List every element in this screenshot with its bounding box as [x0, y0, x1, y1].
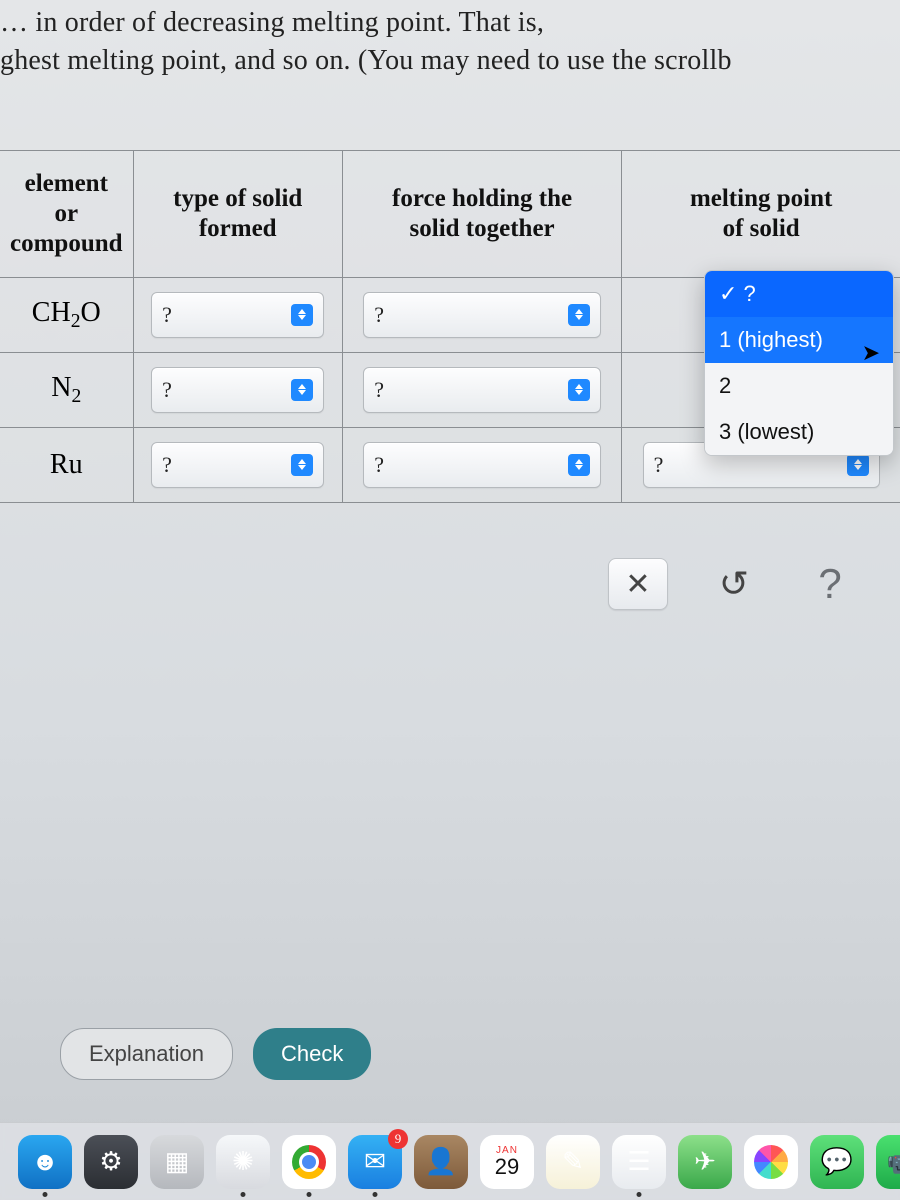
force-select[interactable]: ? [363, 442, 601, 488]
dock-app-chrome[interactable] [282, 1135, 336, 1189]
dock-app-finder[interactable]: ☻ [18, 1135, 72, 1189]
dock-app-reminders[interactable]: ☰ [612, 1135, 666, 1189]
header-element: element or compound [0, 150, 133, 277]
stepper-icon [568, 379, 590, 401]
type-select[interactable]: ? [151, 367, 324, 413]
solids-table: element or compound type of solid formed… [0, 150, 900, 503]
compound-label: N2 [0, 352, 133, 427]
check-button[interactable]: Check [253, 1028, 371, 1080]
dock: ☻ ⚙ ▦ ✺ ✉9 👤 JAN 29 ✎ ☰ ✈ 💬 📹 ♪ ▤ [0, 1122, 900, 1200]
dock-app-contacts[interactable]: 👤 [414, 1135, 468, 1189]
stepper-icon [291, 304, 313, 326]
mail-badge: 9 [388, 1129, 408, 1149]
instruction-text: … in order of decreasing melting point. … [0, 0, 900, 80]
dropdown-option[interactable]: 3 (lowest) [705, 409, 893, 455]
melting-dropdown[interactable]: ✓ ? 1 (highest) 2 3 (lowest) [704, 270, 894, 456]
compound-label: Ru [0, 427, 133, 502]
force-select[interactable]: ? [363, 292, 601, 338]
clear-button[interactable]: ✕ [608, 558, 668, 610]
undo-button[interactable]: ↺ [704, 558, 764, 610]
header-type: type of solid formed [133, 150, 342, 277]
dock-app-safari[interactable]: ✺ [216, 1135, 270, 1189]
dock-app-calendar[interactable]: JAN 29 [480, 1135, 534, 1189]
explanation-button[interactable]: Explanation [60, 1028, 233, 1080]
dock-app-messages[interactable]: 💬 [810, 1135, 864, 1189]
header-melting: melting point of solid [622, 150, 900, 277]
type-select[interactable]: ? [151, 442, 324, 488]
close-icon: ✕ [625, 567, 650, 602]
header-force: force holding the solid together [342, 150, 621, 277]
help-button[interactable]: ? [800, 558, 860, 610]
dock-app-maps[interactable]: ✈ [678, 1135, 732, 1189]
bottom-buttons: Explanation Check [60, 1028, 371, 1080]
table-row: CH2O ? ? ? ✓ ? 1 (highest) 2 3 (lowest) … [0, 277, 900, 352]
stepper-icon [568, 304, 590, 326]
dock-app-notes[interactable]: ✎ [546, 1135, 600, 1189]
dock-app-launchpad[interactable]: ▦ [150, 1135, 204, 1189]
dock-app-mail[interactable]: ✉9 [348, 1135, 402, 1189]
dock-app-settings[interactable]: ⚙ [84, 1135, 138, 1189]
dock-app-photos[interactable] [744, 1135, 798, 1189]
dropdown-option[interactable]: ✓ ? [705, 271, 893, 317]
help-icon: ? [818, 560, 841, 608]
dropdown-option[interactable]: 2 [705, 363, 893, 409]
compound-label: CH2O [0, 277, 133, 352]
stepper-icon [568, 454, 590, 476]
stepper-icon [847, 454, 869, 476]
undo-icon: ↺ [719, 563, 749, 605]
dropdown-option[interactable]: 1 (highest) [705, 317, 893, 363]
action-buttons: ✕ ↺ ? [608, 558, 860, 610]
force-select[interactable]: ? [363, 367, 601, 413]
type-select[interactable]: ? [151, 292, 324, 338]
stepper-icon [291, 379, 313, 401]
stepper-icon [291, 454, 313, 476]
calendar-day: 29 [495, 1156, 519, 1178]
dock-app-facetime[interactable]: 📹 [876, 1135, 900, 1189]
